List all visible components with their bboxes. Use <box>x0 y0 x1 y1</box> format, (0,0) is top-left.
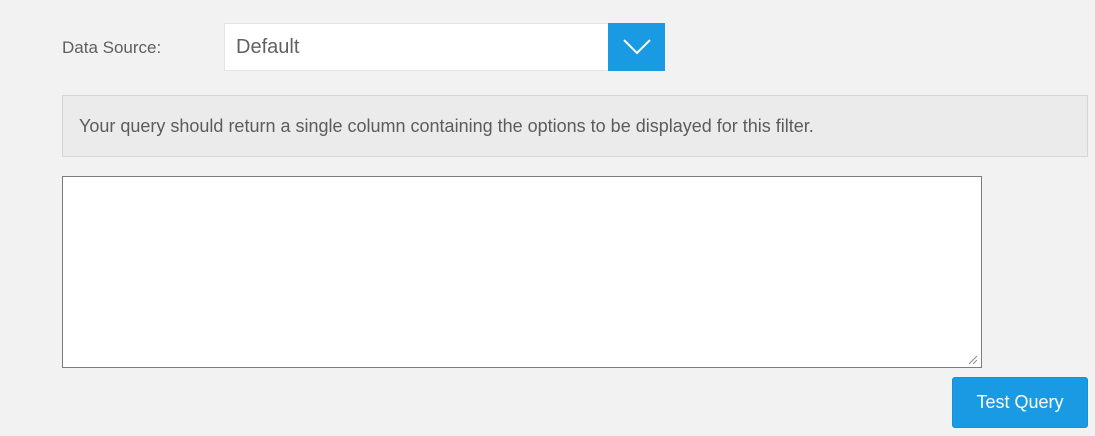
test-query-button[interactable]: Test Query <box>952 377 1088 428</box>
data-source-dropdown-button[interactable] <box>608 23 665 71</box>
filter-query-panel: Data Source: Default Your query should r… <box>0 0 1095 436</box>
data-source-label: Data Source: <box>62 38 162 57</box>
info-message-box: Your query should return a single column… <box>62 95 1088 157</box>
data-source-selected-value: Default <box>236 36 300 58</box>
resize-grip-icon[interactable] <box>966 353 978 365</box>
data-source-select[interactable]: Default <box>224 23 665 71</box>
info-message-text: Your query should return a single column… <box>79 116 814 136</box>
query-textarea[interactable] <box>62 176 982 368</box>
chevron-down-icon <box>622 39 651 55</box>
